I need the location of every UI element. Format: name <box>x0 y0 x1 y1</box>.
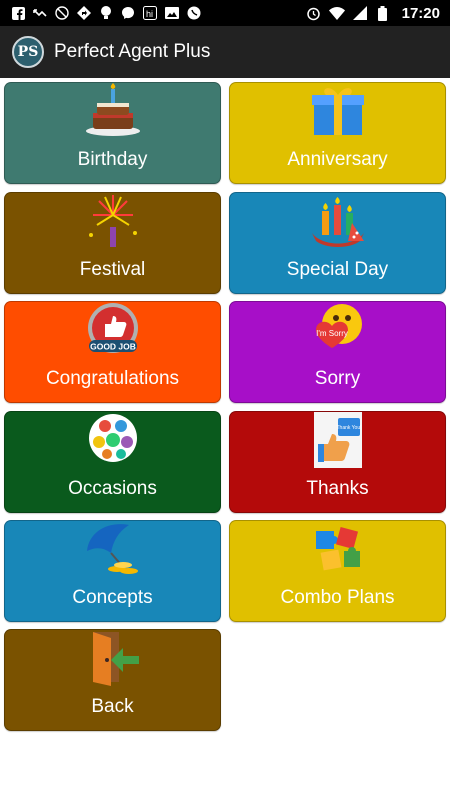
special-day-label: Special Day <box>286 259 389 280</box>
location-icon <box>76 5 92 21</box>
sorry-label: Sorry <box>314 368 361 389</box>
facebook-icon <box>10 5 26 21</box>
congratulations-label: Congratulations <box>45 368 180 389</box>
birthday-tile[interactable]: Birthday <box>4 82 221 184</box>
anniversary-label: Anniversary <box>287 149 388 170</box>
sorry-tile[interactable]: I'm Sorry Sorry <box>229 301 446 403</box>
signal-icon <box>352 5 368 21</box>
special-day-tile[interactable]: Special Day <box>229 192 446 294</box>
app-logo-text: PS <box>17 44 39 60</box>
messenger-icon <box>120 5 136 21</box>
puzzle-icon <box>315 526 360 571</box>
exit-door-icon <box>92 632 139 686</box>
clock-time: 17:20 <box>401 4 440 22</box>
occasions-collage-icon <box>88 414 137 462</box>
no-signal-icon <box>54 5 70 21</box>
candles-icon <box>311 197 364 247</box>
notification-icons: hi <box>10 5 202 21</box>
thanks-thumbs-up-icon: Thank You! <box>313 412 362 468</box>
birthday-cake-icon <box>85 83 140 136</box>
anniversary-tile[interactable]: Anniversary <box>229 82 446 184</box>
festival-label: Festival <box>79 259 146 280</box>
thank-you-text: Thank You! <box>336 425 361 431</box>
occasions-label: Occasions <box>68 478 157 499</box>
back-tile[interactable]: Back <box>4 629 221 731</box>
thanks-tile[interactable]: Thank You! Thanks <box>229 411 446 513</box>
occasions-tile[interactable]: Occasions <box>4 411 221 513</box>
bulb-icon <box>98 5 114 21</box>
missed-call-icon <box>32 5 48 21</box>
umbrella-coins-icon <box>86 524 138 574</box>
back-label: Back <box>91 696 134 717</box>
battery-icon <box>375 5 391 21</box>
alarm-icon <box>306 5 322 21</box>
sorry-badge-text: I'm Sorry <box>316 329 348 338</box>
fireworks-icon <box>88 195 137 247</box>
congratulations-tile[interactable]: GOOD JOB Congratulations <box>4 301 221 403</box>
good-job-text: GOOD JOB <box>90 342 136 352</box>
image-icon <box>164 5 180 21</box>
gift-box-icon <box>311 88 364 135</box>
hike-icon: hi <box>142 5 158 21</box>
concepts-tile[interactable]: Concepts <box>4 520 221 622</box>
birthday-label: Birthday <box>77 149 148 170</box>
sorry-emoji-icon: I'm Sorry <box>315 304 362 348</box>
whatsapp-icon <box>186 5 202 21</box>
app-logo: PS <box>12 36 44 68</box>
status-bar: hi 17:20 <box>0 0 450 26</box>
system-icons: 17:20 <box>306 5 440 22</box>
concepts-label: Concepts <box>72 587 153 608</box>
festival-tile[interactable]: Festival <box>4 192 221 294</box>
wifi-icon <box>328 5 345 21</box>
thanks-label: Thanks <box>306 478 369 499</box>
app-bar: PS Perfect Agent Plus <box>0 26 450 78</box>
combo-plans-tile[interactable]: Combo Plans <box>229 520 446 622</box>
good-job-badge-icon: GOOD JOB <box>87 303 138 353</box>
svg-text:hi: hi <box>146 9 153 19</box>
combo-plans-label: Combo Plans <box>280 587 395 608</box>
app-title: Perfect Agent Plus <box>54 41 211 62</box>
